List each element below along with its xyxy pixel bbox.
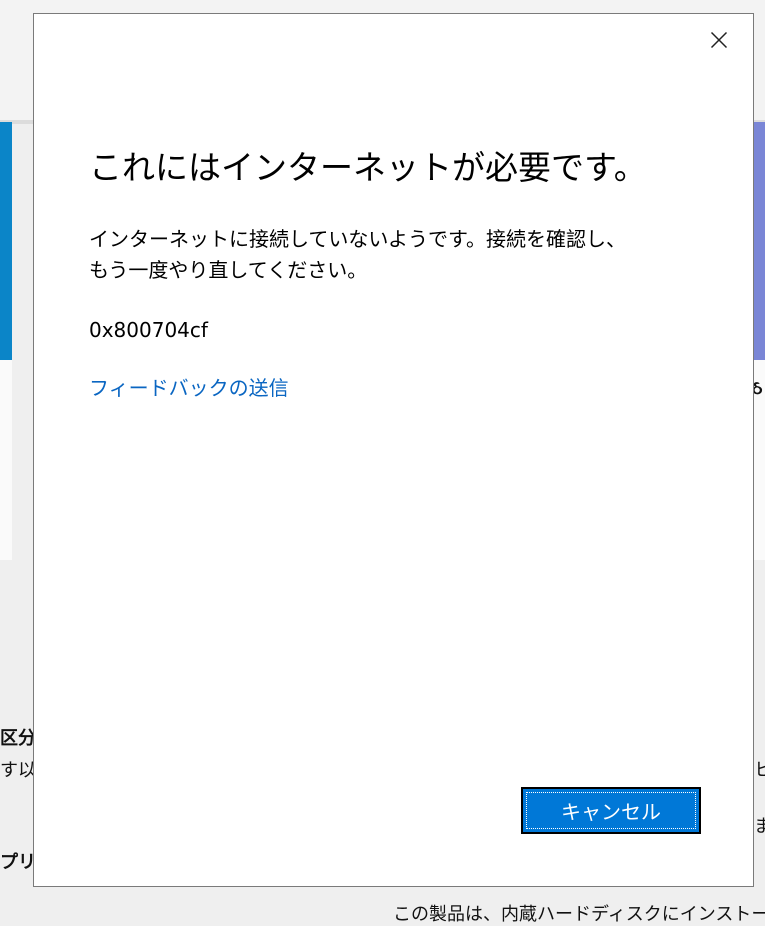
dialog-message-line-2: もう一度やり直してください。	[89, 258, 368, 282]
close-button[interactable]	[703, 24, 735, 56]
close-icon	[710, 31, 728, 49]
dialog-message: インターネットに接続していないようです。接続を確認し、 もう一度やり直してくださ…	[89, 224, 689, 286]
background-left-text-2: す以上	[0, 760, 33, 781]
background-left-text-1: 区分	[0, 728, 36, 749]
cancel-button-label: キャンセル	[561, 800, 661, 824]
background-bottom-text: この製品は、内蔵ハードディスクにインストー	[393, 904, 765, 925]
internet-required-dialog: これにはインターネットが必要です。 インターネットに接続していないようです。接続…	[33, 13, 754, 887]
dialog-message-line-1: インターネットに接続していないようです。接続を確認し、	[89, 227, 626, 251]
background-left-text-3: プリ	[0, 852, 33, 873]
error-code: 0x800704cf	[89, 318, 208, 342]
cancel-button[interactable]: キャンセル	[521, 787, 701, 834]
background-right-text-1: ヒ	[754, 760, 765, 781]
background-right-text-2: ま	[754, 816, 765, 837]
background-card-left-banner	[0, 122, 12, 360]
dialog-title: これにはインターネットが必要です。	[89, 148, 647, 187]
send-feedback-link[interactable]: フィードバックの送信	[89, 374, 289, 402]
background-card-right-banner	[754, 122, 765, 360]
